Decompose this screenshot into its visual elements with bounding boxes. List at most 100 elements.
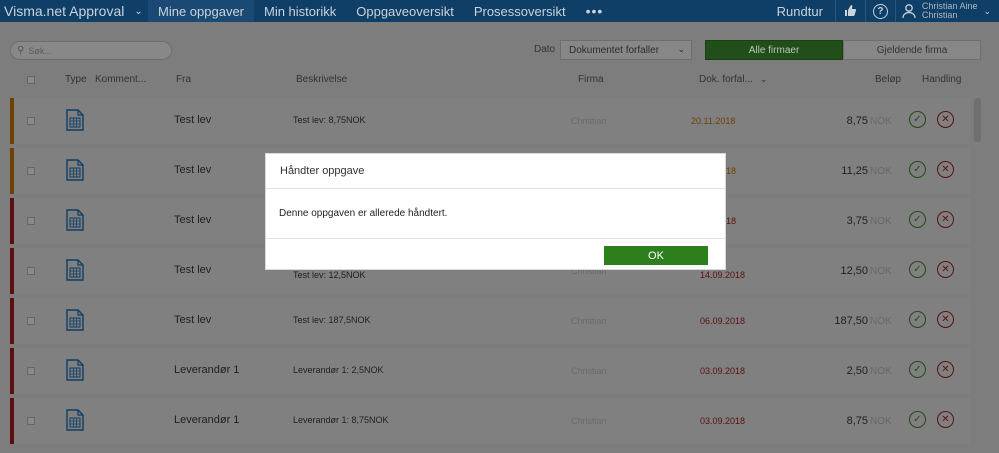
row-belop: 11,25 (841, 165, 868, 177)
row-firma: Christian (571, 316, 607, 326)
row-fra: Leverandør 1 (174, 414, 240, 426)
chevron-down-icon: ⌄ (134, 5, 143, 17)
column-header-dok-forfall[interactable]: Dok. forfal... (699, 74, 753, 88)
row-belop: 8,75 (846, 415, 868, 427)
reject-x-icon[interactable]: ✕ (937, 261, 954, 278)
approve-check-icon[interactable]: ✓ (909, 211, 926, 228)
row-firma: Christian (571, 116, 607, 126)
reject-x-icon[interactable]: ✕ (937, 311, 954, 328)
select-all-checkbox[interactable] (27, 76, 35, 84)
row-valuta: NOK (870, 216, 892, 227)
row-fra: Test lev (174, 314, 212, 326)
dato-select[interactable]: Dokumentet forfaller ⌄ (560, 40, 692, 60)
row-fra: Test lev (174, 114, 212, 126)
document-icon (66, 159, 84, 181)
reject-x-icon[interactable]: ✕ (937, 361, 954, 378)
document-icon (66, 409, 84, 431)
row-valuta: NOK (870, 166, 892, 177)
row-dato: 06.09.2018 (700, 316, 746, 326)
thumbs-icon (845, 5, 857, 16)
row-valuta: NOK (870, 116, 892, 127)
current-company-button[interactable]: Gjeldende firma (843, 40, 981, 60)
status-bar (10, 98, 14, 144)
row-belop: 2,50 (846, 365, 868, 377)
document-icon (66, 259, 84, 281)
status-bar (10, 148, 14, 194)
company-filter-toggle: Alle firmaer Gjeldende firma (705, 40, 981, 60)
row-checkbox[interactable] (27, 117, 35, 125)
table-row[interactable]: Leverandør 1 Leverandør 1: 8,75NOK Chris… (10, 398, 970, 444)
scrollbar[interactable] (974, 98, 981, 142)
row-checkbox[interactable] (27, 367, 35, 375)
tab-mine-oppgaver[interactable]: Mine oppgaver (148, 0, 254, 22)
column-header-belop[interactable]: Beløp (875, 74, 901, 88)
top-right-actions: Rundtur ? Christian Aine Christian ⌄ (765, 0, 999, 22)
row-dato: 14.09.2018 (700, 270, 746, 280)
reject-x-icon[interactable]: ✕ (937, 161, 954, 178)
row-dato: 18 (726, 216, 737, 226)
user-name-block: Christian Aine Christian (922, 2, 978, 20)
dato-label: Dato (534, 44, 556, 55)
status-bar (10, 198, 14, 244)
search-icon: ⚲ (17, 45, 25, 56)
approve-check-icon[interactable]: ✓ (909, 311, 926, 328)
column-header-komment[interactable]: Komment... (95, 74, 146, 88)
approve-check-icon[interactable]: ✓ (909, 411, 926, 428)
row-fra: Test lev (174, 264, 212, 276)
row-fra: Test lev (174, 214, 212, 226)
row-checkbox[interactable] (27, 217, 35, 225)
thumbs-button[interactable] (836, 0, 866, 22)
ok-button[interactable]: OK (604, 246, 708, 265)
user-icon (902, 4, 916, 19)
approve-check-icon[interactable]: ✓ (909, 361, 926, 378)
row-checkbox[interactable] (27, 317, 35, 325)
all-companies-button[interactable]: Alle firmaer (705, 40, 843, 60)
tab-prosessoversikt[interactable]: Prosessoversikt (464, 0, 576, 22)
row-checkbox[interactable] (27, 267, 35, 275)
top-navigation-bar: Visma.net Approval ⌄ Mine oppgaver Min h… (0, 0, 999, 22)
status-bar (10, 398, 14, 444)
column-header-beskrivelse[interactable]: Beskrivelse (296, 74, 347, 88)
reject-x-icon[interactable]: ✕ (937, 211, 954, 228)
column-header-firma[interactable]: Firma (578, 74, 604, 88)
chevron-down-icon: ⌄ (983, 5, 991, 16)
row-belop: 12,50 (840, 265, 868, 277)
table-row[interactable]: Test lev Test lev: 187,5NOK Christian 06… (10, 298, 970, 344)
approve-check-icon[interactable]: ✓ (909, 111, 926, 128)
app-switcher[interactable]: Visma.net Approval ⌄ (0, 0, 148, 22)
reject-x-icon[interactable]: ✕ (937, 411, 954, 428)
help-button[interactable]: ? (866, 0, 896, 22)
search-placeholder: Søk... (28, 45, 52, 56)
row-belop: 8,75 (846, 115, 868, 127)
tab-min-historikk[interactable]: Min historikk (254, 0, 346, 22)
document-icon (66, 309, 84, 331)
column-header-fra[interactable]: Fra (176, 74, 191, 88)
tab-oppgaveoversikt[interactable]: Oppgaveoversikt (346, 0, 464, 22)
row-beskrivelse: Test lev: 187,5NOK (293, 315, 371, 325)
row-checkbox[interactable] (27, 167, 35, 175)
help-icon: ? (872, 3, 888, 19)
reject-x-icon[interactable]: ✕ (937, 111, 954, 128)
row-beskrivelse: Leverandør 1: 8,75NOK (293, 415, 389, 425)
user-menu[interactable]: Christian Aine Christian ⌄ (896, 0, 999, 22)
handle-task-dialog: Håndter oppgave Denne oppgaven er allere… (265, 153, 726, 270)
row-checkbox[interactable] (27, 417, 35, 425)
dato-select-value: Dokumentet forfaller (569, 44, 660, 56)
row-dato: 18 (726, 166, 737, 176)
row-valuta: NOK (870, 266, 892, 277)
search-input[interactable]: ⚲ Søk... (10, 41, 172, 60)
approve-check-icon[interactable]: ✓ (909, 261, 926, 278)
row-belop: 3,75 (846, 215, 868, 227)
more-menu-button[interactable]: ••• (576, 0, 614, 22)
table-row[interactable]: Leverandør 1 Leverandør 1: 2,5NOK Christ… (10, 348, 970, 394)
sort-chevron-icon[interactable]: ⌄ (760, 74, 768, 88)
status-bar (10, 348, 14, 394)
approve-check-icon[interactable]: ✓ (909, 161, 926, 178)
status-bar (10, 298, 14, 344)
row-fra: Test lev (174, 164, 212, 176)
column-header-type[interactable]: Type (65, 74, 87, 88)
row-belop: 187,50 (834, 315, 868, 327)
dialog-title: Håndter oppgave (266, 154, 725, 189)
table-row[interactable]: Test lev Test lev: 8,75NOK Christian 20.… (10, 98, 970, 144)
rundtur-button[interactable]: Rundtur (765, 0, 836, 22)
